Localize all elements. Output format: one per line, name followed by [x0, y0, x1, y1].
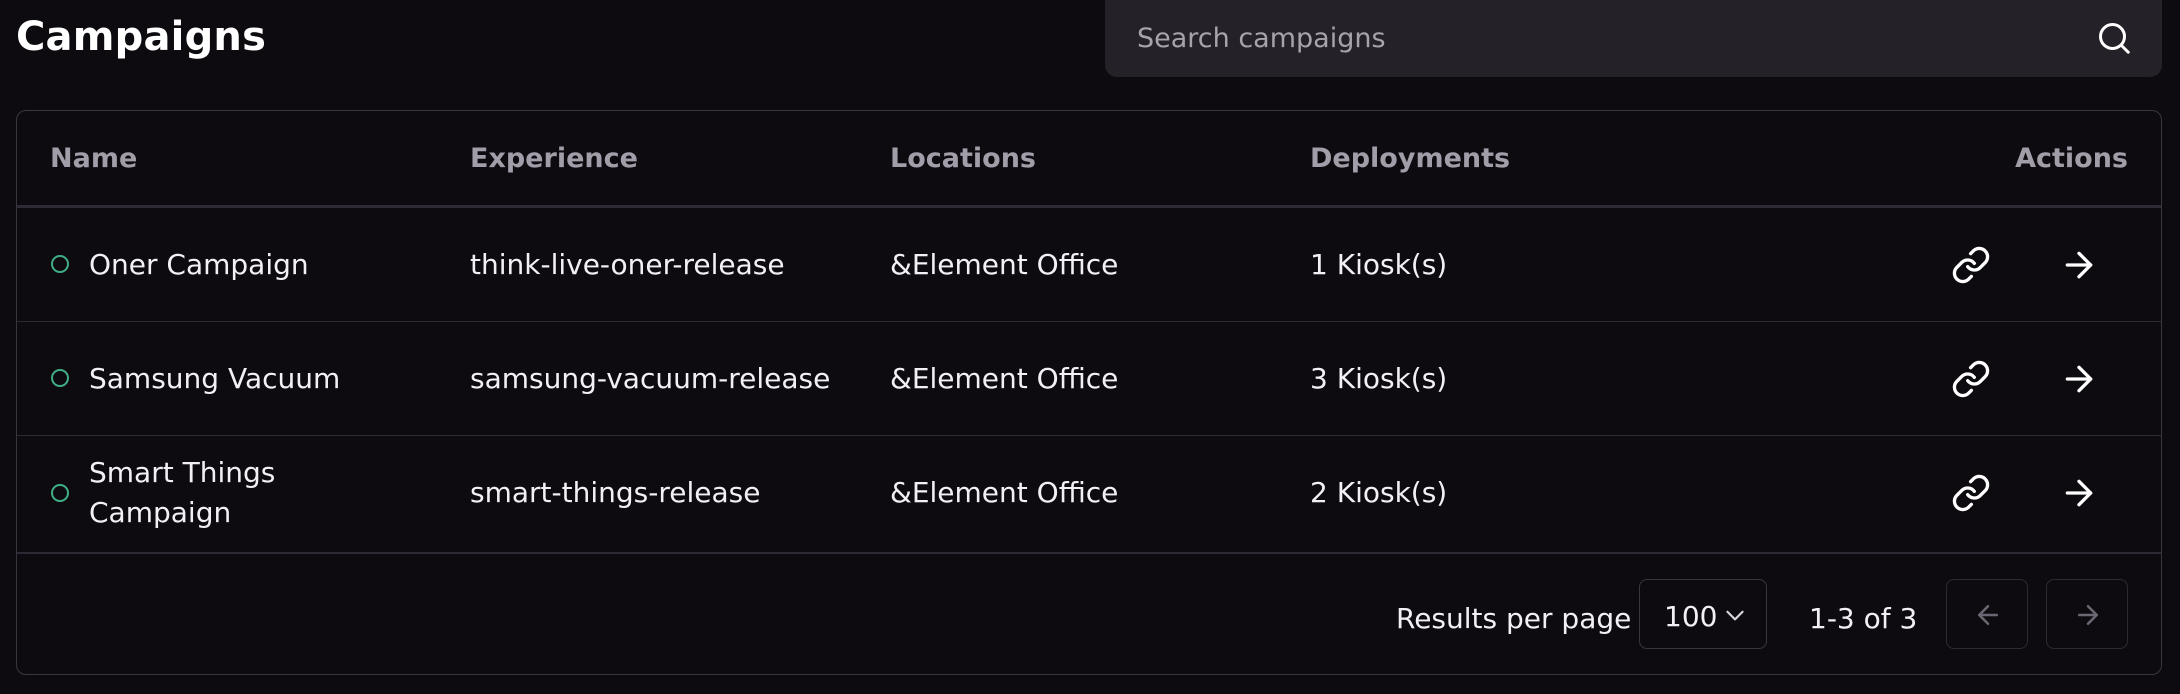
arrow-right-icon[interactable] [2059, 245, 2099, 285]
search-icon[interactable] [2096, 20, 2132, 56]
results-per-page-label: Results per page [1396, 602, 1632, 635]
arrow-right-icon[interactable] [2059, 473, 2099, 513]
campaign-deployments: 1 Kiosk(s) [1310, 248, 1448, 281]
next-page-button[interactable] [2046, 579, 2128, 649]
campaign-location: &Element Office [890, 248, 1119, 281]
link-icon[interactable] [1951, 359, 1991, 399]
campaign-location: &Element Office [890, 362, 1119, 395]
table-row[interactable]: Samsung Vacuum samsung-vacuum-release &E… [17, 322, 2161, 436]
table-row[interactable]: Smart Things Campaign smart-things-relea… [17, 436, 2161, 552]
column-header-actions: Actions [2015, 143, 2128, 174]
campaign-name: Oner Campaign [89, 248, 309, 281]
campaign-name: Smart Things Campaign [89, 456, 276, 529]
column-header-name[interactable]: Name [50, 143, 137, 174]
campaign-deployments: 3 Kiosk(s) [1310, 362, 1448, 395]
chevron-down-icon [1726, 610, 1744, 621]
campaign-experience: smart-things-release [470, 476, 761, 509]
results-per-page-select[interactable]: 100 [1639, 579, 1767, 649]
column-header-experience[interactable]: Experience [470, 143, 638, 174]
search-bar [1105, 0, 2162, 77]
arrow-left-icon [1978, 605, 1998, 625]
campaign-experience: samsung-vacuum-release [470, 362, 831, 395]
campaign-deployments: 2 Kiosk(s) [1310, 476, 1448, 509]
link-icon[interactable] [1951, 473, 1991, 513]
column-header-locations[interactable]: Locations [890, 143, 1036, 174]
arrow-right-icon[interactable] [2059, 359, 2099, 399]
arrow-right-icon [2078, 605, 2098, 625]
pagination-range: 1-3 of 3 [1809, 602, 1918, 635]
search-input[interactable] [1137, 18, 2057, 58]
campaign-experience: think-live-oner-release [470, 248, 785, 281]
table-row[interactable]: Oner Campaign think-live-oner-release &E… [17, 208, 2161, 322]
pagination-bar: Results per page 100 1-3 of 3 [17, 552, 2161, 674]
results-per-page-value: 100 [1664, 600, 1718, 633]
link-icon[interactable] [1951, 245, 1991, 285]
status-circle-icon [51, 484, 69, 502]
column-header-deployments[interactable]: Deployments [1310, 143, 1510, 174]
campaigns-table: Name Experience Locations Deployments Ac… [16, 110, 2162, 675]
page-title: Campaigns [16, 14, 267, 60]
previous-page-button[interactable] [1946, 579, 2028, 649]
campaign-name: Samsung Vacuum [89, 362, 341, 395]
table-header: Name Experience Locations Deployments Ac… [17, 111, 2161, 208]
status-circle-icon [51, 255, 69, 273]
campaign-location: &Element Office [890, 476, 1119, 509]
status-circle-icon [51, 369, 69, 387]
